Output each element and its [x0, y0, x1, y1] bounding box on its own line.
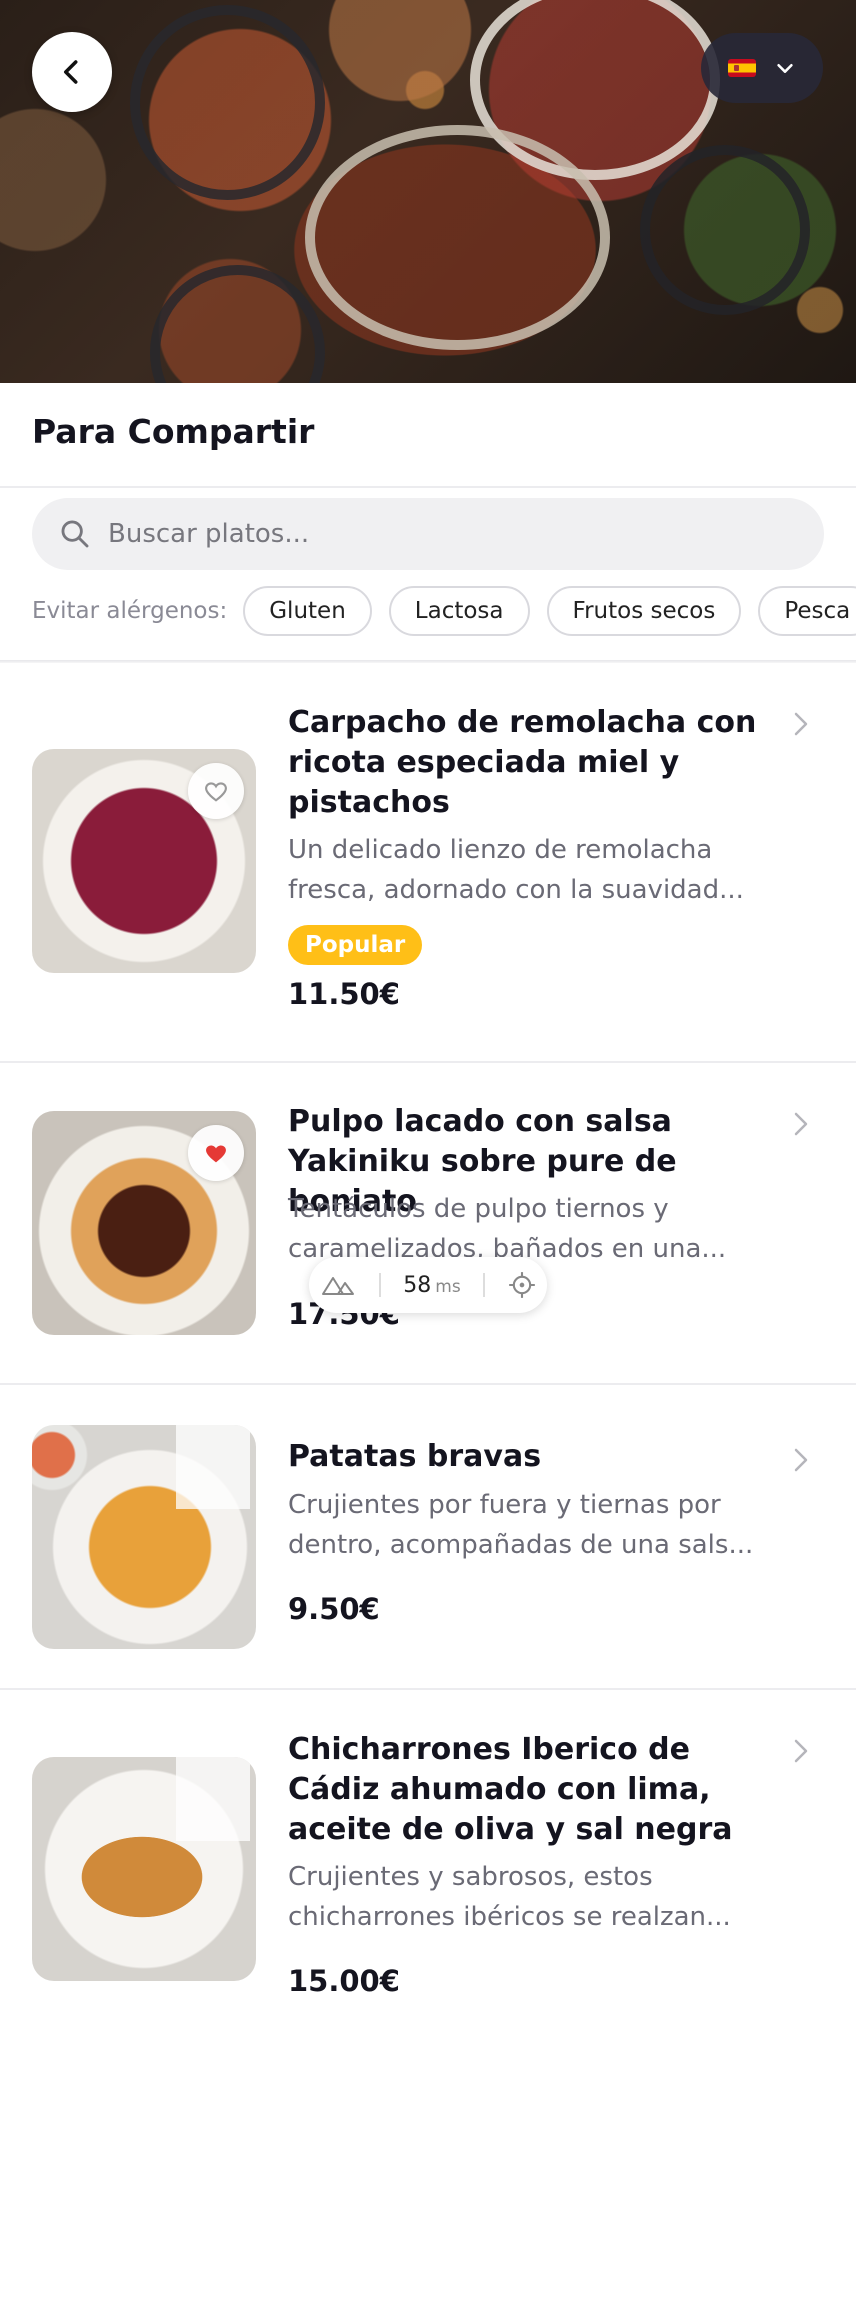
heart-filled-icon	[206, 1145, 226, 1163]
dish-description: Un delicado lienzo de remolacha fresca, …	[288, 835, 744, 905]
image-overlay	[176, 1425, 250, 1509]
dish-image	[32, 1757, 256, 1981]
dish-card[interactable]: Carpacho de remolacha con ricota especia…	[0, 663, 856, 1061]
allergen-chip-frutos-secos[interactable]: Frutos secos	[546, 586, 742, 636]
popular-badge: Popular	[288, 925, 423, 965]
allergen-chip-lactosa[interactable]: Lactosa	[388, 586, 530, 636]
dish-description: Crujientes y sabrosos, estos chicharrone…	[288, 1862, 731, 1932]
search-bar[interactable]	[32, 498, 824, 570]
image-overlay	[176, 1757, 250, 1841]
dish-price: 11.50€	[288, 977, 400, 1011]
dish-title: Carpacho de remolacha con ricota especia…	[288, 705, 757, 820]
allergen-chip-gluten[interactable]: Gluten	[243, 586, 372, 636]
dish-card[interactable]: Pulpo lacado con salsa Yakiniku sobre pu…	[0, 1063, 856, 1383]
chevron-right-icon[interactable]	[790, 1736, 814, 1766]
dish-image	[32, 749, 256, 973]
divider	[0, 486, 856, 488]
perf-value: 58	[403, 1272, 432, 1298]
nuxt-logo-icon	[322, 1277, 355, 1295]
dish-price: 9.50€	[288, 1592, 380, 1626]
spain-flag-icon	[728, 59, 756, 77]
plate-decoration	[130, 5, 325, 200]
separator	[378, 1273, 381, 1297]
allergen-chip-pesca[interactable]: Pesca	[758, 586, 856, 636]
language-selector[interactable]	[701, 33, 823, 103]
allergen-label: Evitar alérgenos:	[32, 598, 228, 624]
dish-image	[32, 1425, 256, 1649]
dish-title: Patatas bravas	[288, 1439, 542, 1474]
perf-readout: 58 ms	[403, 1273, 460, 1298]
search-input[interactable]	[106, 518, 790, 550]
performance-widget[interactable]: 58 ms	[309, 1257, 547, 1313]
chevron-right-icon[interactable]	[790, 1109, 814, 1139]
crosshair-icon[interactable]	[508, 1271, 536, 1299]
dish-title: Chicharrones Iberico de Cádiz ahumado co…	[288, 1732, 733, 1847]
dish-price: 15.00€	[288, 1964, 400, 1998]
heart-outline-icon	[205, 782, 227, 802]
section-title: Para Compartir	[32, 412, 315, 451]
plate-decoration	[305, 125, 610, 350]
dish-image	[32, 1111, 256, 1335]
back-button[interactable]	[32, 32, 112, 112]
plate-decoration	[640, 145, 810, 315]
perf-unit: ms	[435, 1276, 461, 1297]
plate-decoration	[150, 265, 325, 383]
chevron-right-icon[interactable]	[790, 709, 814, 739]
chevron-right-icon[interactable]	[790, 1445, 814, 1475]
separator	[483, 1273, 486, 1297]
search-icon	[61, 520, 89, 548]
dish-description: Crujientes por fuera y tiernas por dentr…	[288, 1490, 754, 1560]
dish-card[interactable]: Chicharrones Iberico de Cádiz ahumado co…	[0, 1690, 856, 2070]
favorite-button[interactable]	[188, 763, 244, 819]
hero-image	[0, 0, 856, 383]
chevron-down-icon	[777, 63, 793, 73]
allergen-filter: Evitar alérgenos: Gluten Lactosa Frutos …	[32, 585, 856, 637]
dish-card[interactable]: Patatas bravas Crujientes por fuera y ti…	[0, 1385, 856, 1688]
chevron-left-icon	[64, 60, 78, 84]
favorite-button[interactable]	[188, 1125, 244, 1181]
